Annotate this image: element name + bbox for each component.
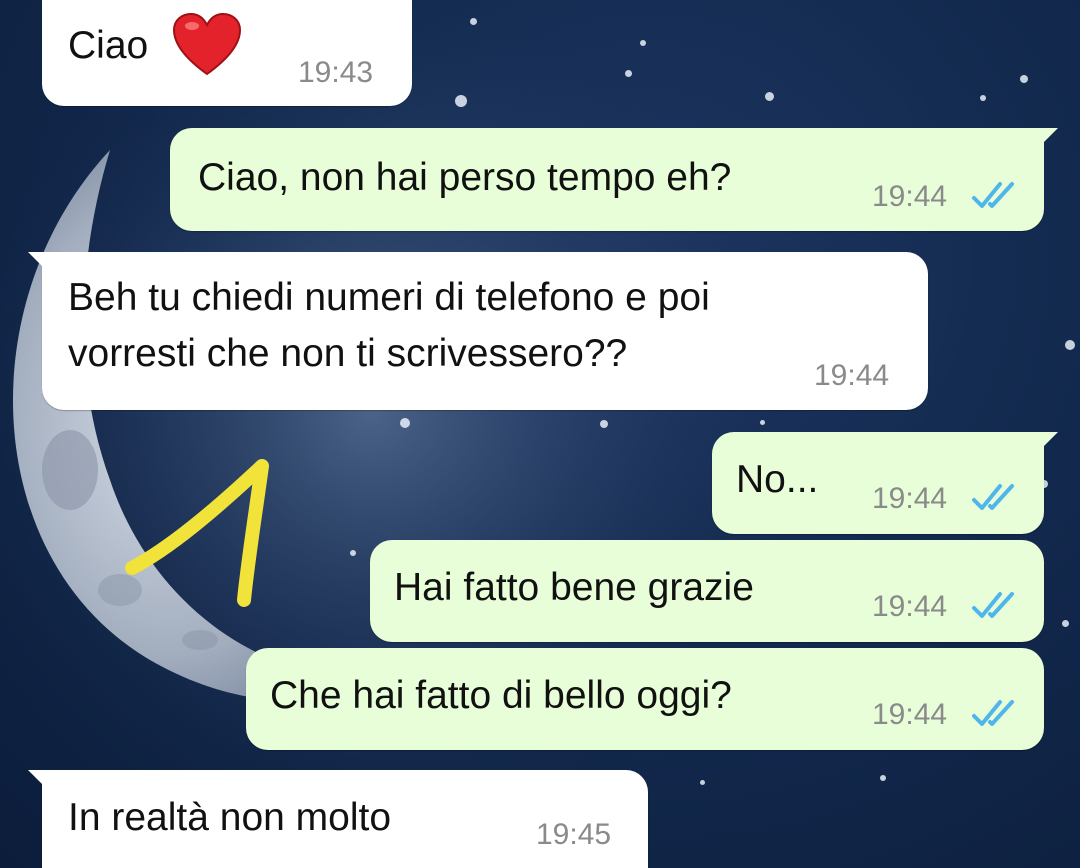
- yellow-number-one-annotation: [125, 459, 269, 607]
